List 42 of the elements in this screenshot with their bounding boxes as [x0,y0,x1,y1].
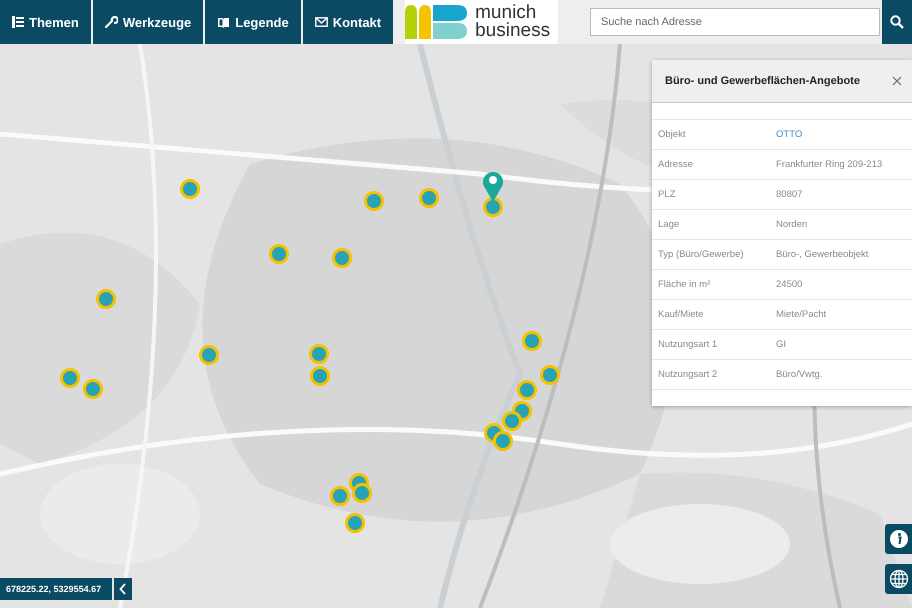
field-value: Norden [776,219,808,230]
info-button[interactable] [885,524,912,554]
field-value: Miete/Pacht [776,309,826,320]
globe-button[interactable] [885,564,912,594]
field-label: Objekt [658,129,686,140]
book-icon [217,16,230,28]
field-label: Typ (Büro/Gewerbe) [658,249,745,260]
field-value: GI [776,339,786,350]
field-label: Nutzungsart 1 [658,339,718,350]
field-label: Kauf/Miete [658,309,704,320]
field-label: Fläche in m² [658,279,712,290]
nav-button[interactable]: Kontakt [302,0,394,44]
logo-text: business [475,22,550,40]
coordinates-display: 678225.22, 5329554.67 [0,578,112,600]
close-icon [892,76,902,86]
field-value: Frankfurter Ring 209-213 [776,159,882,170]
field-value: 24500 [776,279,802,290]
field-value: Büro/Vwtg. [776,369,822,380]
field-label: Adresse [658,159,694,170]
mail-icon [314,17,328,27]
field-value: 80807 [776,189,802,200]
search-icon [890,15,904,29]
logo-icon [405,5,468,39]
close-button[interactable] [892,76,902,86]
info-icon [888,529,908,549]
nav-button[interactable]: Werkzeuge [92,0,204,44]
chevron-left-icon [119,583,127,595]
search-button[interactable] [882,0,912,44]
logo-text: munich [475,4,536,22]
field-label: Nutzungsart 2 [658,369,718,380]
panel-title: Büro- und Gewerbeflächen-Angebote [665,75,860,87]
list-icon [12,16,24,28]
nav-button[interactable]: Themen [0,0,91,44]
wrench-icon [104,16,118,28]
globe-icon [888,569,908,589]
search-field[interactable]: Suche nach Adresse [590,8,880,36]
collapse-button[interactable] [114,578,132,600]
nav-button[interactable]: Legende [205,0,301,44]
field-value: Büro-, Gewerbeobjekt [776,249,868,260]
field-label: Lage [658,219,680,230]
field-label: PLZ [658,189,676,200]
location-pin-icon[interactable] [482,170,504,202]
